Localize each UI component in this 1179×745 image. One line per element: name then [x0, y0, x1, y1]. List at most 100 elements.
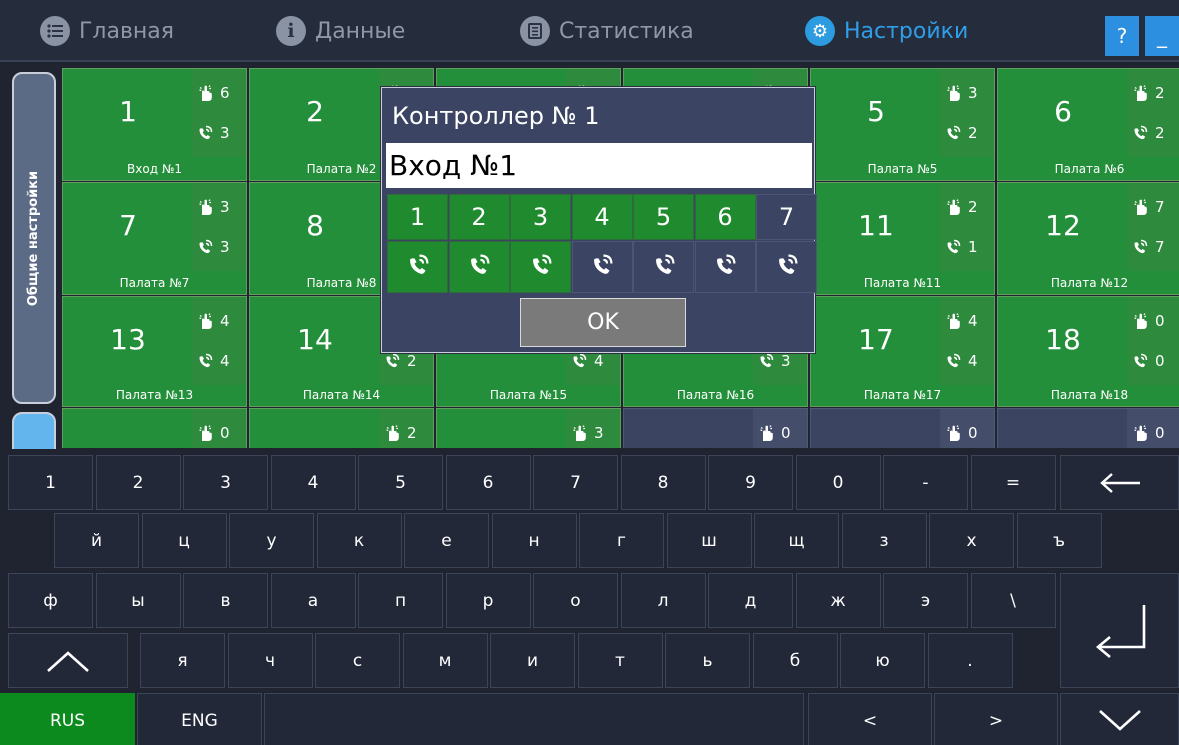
lang-eng-key[interactable]: ENG [137, 693, 262, 745]
phone-call-icon [1131, 124, 1149, 142]
key[interactable]: н [491, 513, 577, 568]
channel-phone-toggle[interactable] [448, 241, 510, 293]
controller-cell[interactable]: 2 [249, 408, 434, 448]
channel-phone-toggle[interactable] [694, 241, 756, 293]
controller-name-input[interactable] [386, 143, 812, 188]
controller-cell[interactable]: 0 [997, 408, 1179, 448]
controller-cell[interactable]: 12 7 7 Палата №12 [997, 182, 1179, 295]
key[interactable]: м [402, 633, 488, 688]
channel-phone-toggle[interactable] [633, 241, 694, 293]
key[interactable]: д [708, 573, 793, 628]
controller-cell[interactable]: 1 6 3 Вход №1 [62, 68, 247, 181]
controller-cell[interactable]: 0 [810, 408, 995, 448]
channel-number-toggle[interactable]: 1 [387, 194, 448, 240]
minimize-button[interactable]: _ [1145, 16, 1179, 56]
key[interactable]: ъ [1016, 513, 1102, 568]
key[interactable]: 0 [795, 455, 881, 510]
key[interactable]: п [358, 573, 443, 628]
key[interactable]: 7 [533, 455, 618, 510]
key[interactable]: т [577, 633, 663, 688]
channel-phone-toggle[interactable] [571, 241, 633, 293]
controller-cell[interactable]: 13 4 4 Палата №13 [62, 296, 247, 407]
controller-cell[interactable]: 7 3 3 Палата №7 [62, 182, 247, 295]
key[interactable]: \ [970, 573, 1056, 628]
controller-name: Палата №16 [676, 388, 755, 402]
tab-general-settings[interactable]: Общие настройки [12, 72, 56, 404]
shift-key[interactable] [8, 633, 128, 688]
nav-item-statistics[interactable]: Статистика [520, 14, 694, 48]
ok-button[interactable]: OK [520, 298, 686, 347]
cursor-right-key[interactable]: > [934, 693, 1058, 745]
nav-item-main[interactable]: Главная [40, 14, 174, 48]
key[interactable]: 1 [8, 455, 93, 510]
key[interactable]: ж [795, 573, 881, 628]
key[interactable]: й [54, 513, 139, 568]
key[interactable]: л [620, 573, 706, 628]
key[interactable]: 3 [183, 455, 268, 510]
channel-number-toggle[interactable]: 4 [571, 194, 633, 240]
key[interactable]: . [927, 633, 1013, 688]
backspace-key[interactable] [1060, 455, 1179, 510]
key[interactable]: ш [666, 513, 752, 568]
key[interactable]: ф [8, 573, 93, 628]
controller-cell[interactable]: 3 [436, 408, 621, 448]
key[interactable]: = [970, 455, 1056, 510]
key[interactable]: з [841, 513, 927, 568]
key[interactable]: ь [665, 633, 750, 688]
channel-number-toggle[interactable]: 6 [694, 194, 756, 240]
channel-number-toggle[interactable]: 3 [510, 194, 571, 240]
dialog-title: Контроллер № 1 [392, 102, 600, 130]
key[interactable]: в [183, 573, 268, 628]
channel-phone-toggle[interactable] [387, 241, 448, 293]
key[interactable]: с [315, 633, 400, 688]
key[interactable]: а [270, 573, 356, 628]
help-button[interactable]: ? [1105, 16, 1139, 56]
key[interactable]: б [752, 633, 838, 688]
controller-cell[interactable]: 17 4 4 Палата №17 [810, 296, 995, 407]
key[interactable]: ц [141, 513, 227, 568]
key[interactable]: и [490, 633, 575, 688]
controller-cell[interactable]: 0 [623, 408, 808, 448]
phone-call-count: 0 [1155, 352, 1165, 370]
channel-number-toggle[interactable]: 7 [756, 194, 817, 240]
key[interactable]: 6 [445, 455, 531, 510]
channel-phone-toggle[interactable] [756, 241, 817, 293]
nav-item-data[interactable]: i Данные [276, 14, 405, 48]
controller-cell[interactable]: 18 0 0 Палата №18 [997, 296, 1179, 407]
key[interactable]: о [533, 573, 618, 628]
lang-rus-key[interactable]: RUS [0, 693, 135, 745]
key[interactable]: я [140, 633, 225, 688]
controller-stats: 77 [1127, 183, 1179, 271]
hide-keyboard-key[interactable] [1060, 693, 1179, 745]
key[interactable]: 2 [95, 455, 181, 510]
space-key[interactable] [264, 693, 804, 745]
channel-number-toggle[interactable]: 5 [633, 194, 694, 240]
call-button-count: 3 [594, 424, 604, 442]
key[interactable]: у [229, 513, 314, 568]
enter-key[interactable] [1060, 573, 1179, 688]
channel-number-toggle[interactable]: 2 [448, 194, 510, 240]
nav-item-settings[interactable]: ⚙ Настройки [805, 14, 968, 48]
key[interactable]: ю [840, 633, 925, 688]
controller-cell[interactable]: 6 2 2 Палата №6 [997, 68, 1179, 181]
key[interactable]: - [883, 455, 968, 510]
key[interactable]: щ [754, 513, 839, 568]
key[interactable]: к [316, 513, 402, 568]
cursor-left-key[interactable]: < [808, 693, 932, 745]
hand-press-icon [383, 424, 401, 442]
key[interactable]: 5 [358, 455, 443, 510]
key[interactable]: 9 [708, 455, 793, 510]
controller-cell[interactable]: 11 2 1 Палата №11 [810, 182, 995, 295]
key[interactable]: 8 [620, 455, 706, 510]
key[interactable]: р [445, 573, 531, 628]
key[interactable]: х [929, 513, 1014, 568]
controller-cell[interactable]: 0 [62, 408, 247, 448]
key[interactable]: ч [227, 633, 313, 688]
key[interactable]: 4 [270, 455, 356, 510]
key[interactable]: ы [95, 573, 181, 628]
key[interactable]: е [404, 513, 489, 568]
key[interactable]: э [883, 573, 968, 628]
key[interactable]: г [579, 513, 664, 568]
channel-phone-toggle[interactable] [510, 241, 571, 293]
controller-cell[interactable]: 5 3 2 Палата №5 [810, 68, 995, 181]
